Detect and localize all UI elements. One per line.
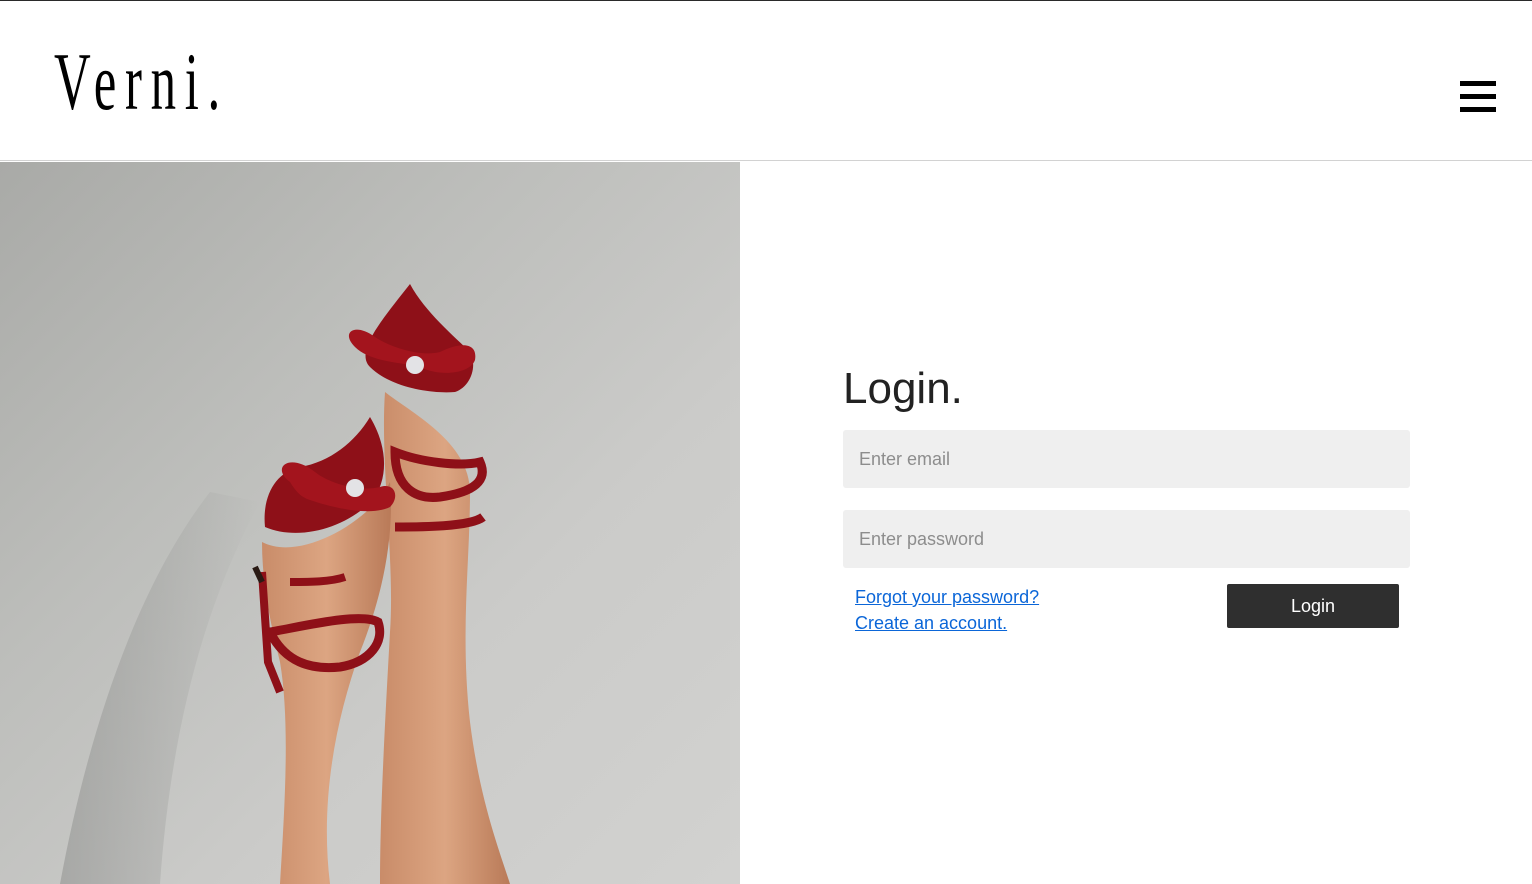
leg-front — [262, 482, 391, 884]
brand-logo[interactable]: Verni. — [54, 37, 229, 127]
email-field[interactable] — [843, 430, 1410, 488]
heel-tip — [252, 565, 265, 584]
hero-photo — [0, 162, 740, 884]
menu-bar — [1460, 81, 1496, 86]
wall-shadow — [60, 492, 260, 884]
hero-illustration — [60, 284, 510, 884]
shoe-back-jewel — [406, 356, 424, 374]
hamburger-menu-icon[interactable] — [1456, 79, 1498, 115]
menu-bar — [1460, 107, 1496, 112]
site-header: Verni. — [0, 1, 1532, 161]
login-panel: Login. Forgot your password? Create an a… — [740, 162, 1532, 884]
login-title: Login. — [843, 364, 963, 413]
forgot-password-link[interactable]: Forgot your password? — [855, 586, 1039, 608]
login-button[interactable]: Login — [1227, 584, 1399, 628]
shoe-back-toe — [365, 284, 474, 393]
login-page: Verni. Login. Enter email Forgot your pa… — [0, 0, 1532, 884]
create-account-link[interactable]: Create an account. — [855, 612, 1007, 634]
password-field[interactable] — [843, 510, 1410, 568]
menu-bar — [1460, 94, 1496, 99]
shoe-front-jewel — [346, 479, 364, 497]
